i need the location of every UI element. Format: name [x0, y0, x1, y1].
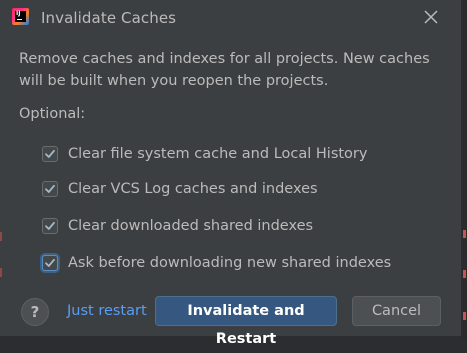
- checkbox[interactable]: [42, 255, 58, 271]
- option-clear-file-system-cache[interactable]: Clear file system cache and Local Histor…: [42, 143, 367, 165]
- cancel-button[interactable]: Cancel: [352, 296, 441, 326]
- option-label: Clear VCS Log caches and indexes: [68, 181, 318, 197]
- dialog-title: Invalidate Caches: [41, 9, 177, 27]
- checkmark-icon: [45, 184, 55, 193]
- invalidate-and-restart-button[interactable]: Invalidate and Restart: [155, 296, 337, 347]
- optional-label: Optional:: [19, 106, 86, 122]
- option-ask-before-downloading[interactable]: Ask before downloading new shared indexe…: [42, 252, 391, 274]
- background-error-mark: [463, 230, 466, 238]
- background-error-mark: [0, 232, 2, 241]
- checkbox[interactable]: [42, 146, 58, 162]
- intellij-idea-icon: IJ: [12, 8, 29, 25]
- close-icon: [424, 10, 438, 24]
- checkmark-icon: [45, 149, 55, 158]
- option-clear-vcs-log-caches[interactable]: Clear VCS Log caches and indexes: [42, 178, 318, 200]
- checkbox[interactable]: [42, 181, 58, 197]
- background-error-mark: [463, 270, 466, 278]
- option-label: Clear downloaded shared indexes: [68, 218, 314, 234]
- checkmark-icon: [45, 258, 55, 267]
- help-button[interactable]: ?: [21, 298, 49, 326]
- close-button[interactable]: [422, 8, 440, 26]
- checkbox[interactable]: [42, 218, 58, 234]
- dialog-titlebar: IJ Invalidate Caches: [0, 0, 461, 36]
- option-label: Clear file system cache and Local Histor…: [68, 146, 368, 162]
- background-error-mark: [463, 312, 466, 320]
- just-restart-link[interactable]: Just restart: [67, 303, 147, 319]
- checkmark-icon: [45, 221, 55, 230]
- dialog-message: Remove caches and indexes for all projec…: [19, 51, 430, 89]
- option-clear-downloaded-shared-indexes[interactable]: Clear downloaded shared indexes: [42, 215, 313, 237]
- background-error-mark: [0, 268, 2, 277]
- option-label: Ask before downloading new shared indexe…: [68, 255, 392, 271]
- invalidate-caches-dialog: IJ Invalidate Caches Remove caches and i…: [0, 0, 462, 347]
